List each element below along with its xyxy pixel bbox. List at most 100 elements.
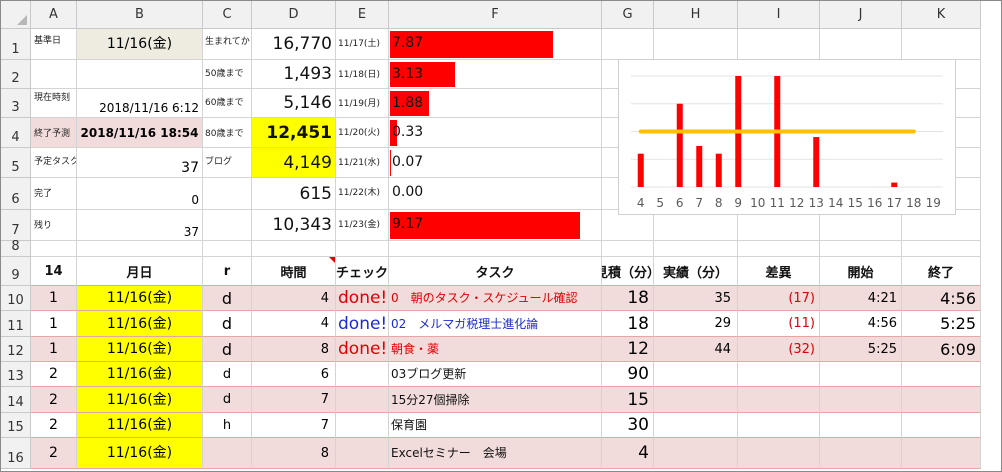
table-header-cell[interactable]: 実績（分） (654, 257, 738, 286)
cell-empty[interactable] (820, 241, 902, 257)
row-end[interactable] (902, 362, 981, 387)
cell-empty[interactable] (738, 29, 820, 60)
label-planned-tasks[interactable]: 予定タスク (31, 148, 77, 178)
row-group-number[interactable]: 2 (31, 413, 77, 438)
row-date[interactable]: 11/16(金) (77, 362, 203, 387)
planned-tasks-value[interactable]: 37 (77, 148, 203, 178)
row-date[interactable]: 11/16(金) (77, 337, 203, 362)
row-header[interactable]: 2 (1, 60, 31, 89)
row-check[interactable]: done! (336, 311, 389, 337)
blog-value[interactable]: 4,149 (252, 148, 336, 178)
until-60-value[interactable]: 5,146 (252, 89, 336, 118)
row-check[interactable] (336, 438, 389, 469)
row-task[interactable]: Excelセミナー 会場 (389, 438, 602, 469)
row-actual[interactable]: 29 (654, 311, 738, 337)
row-check[interactable]: done! (336, 337, 389, 362)
row-check[interactable]: done! (336, 286, 389, 311)
daily-date[interactable]: 11/21(水) (336, 148, 389, 178)
row-diff[interactable] (738, 387, 820, 413)
row-estimate[interactable]: 15 (602, 387, 654, 413)
table-header-cell[interactable]: r (203, 257, 252, 286)
column-header[interactable]: B (77, 1, 203, 29)
table-header-cell[interactable]: 差異 (738, 257, 820, 286)
chart-bar-4[interactable] (637, 153, 644, 187)
row-estimate[interactable]: 30 (602, 413, 654, 438)
row-header[interactable]: 12 (1, 337, 31, 362)
row-header[interactable]: 14 (1, 387, 31, 413)
column-header[interactable]: E (336, 1, 389, 29)
row-date[interactable]: 11/16(金) (77, 311, 203, 337)
daily-date[interactable]: 11/17(土) (336, 29, 389, 60)
row-group-number[interactable]: 1 (31, 311, 77, 337)
label-end-prediction[interactable]: 終了予測 (31, 118, 77, 148)
label-until-60[interactable]: 60歳まで (203, 89, 252, 118)
column-header[interactable]: J (820, 1, 902, 29)
row-date[interactable]: 11/16(金) (77, 387, 203, 413)
row-check[interactable] (336, 413, 389, 438)
row-time[interactable]: 7 (252, 413, 336, 438)
cell-empty[interactable] (820, 29, 902, 60)
base-date-cell[interactable]: 11/16(金) (77, 29, 203, 60)
chart-bar-7[interactable] (696, 145, 703, 187)
row-estimate[interactable]: 18 (602, 311, 654, 337)
row-time[interactable]: 8 (252, 438, 336, 469)
row-header[interactable]: 11 (1, 311, 31, 337)
row-task[interactable]: 朝食・薬 (389, 337, 602, 362)
cell-empty[interactable] (203, 241, 252, 257)
row-actual[interactable] (654, 438, 738, 469)
cell-empty[interactable] (203, 210, 252, 241)
row-estimate[interactable]: 12 (602, 337, 654, 362)
row-end[interactable] (902, 438, 981, 469)
cell-empty[interactable] (77, 241, 203, 257)
end-prediction-value[interactable]: 2018/11/16 18:54 (77, 118, 203, 148)
row-diff[interactable] (738, 413, 820, 438)
row-diff[interactable] (738, 438, 820, 469)
table-header-cell[interactable]: 開始 (820, 257, 902, 286)
column-header[interactable]: F (389, 1, 602, 29)
row-actual[interactable] (654, 387, 738, 413)
row-group-number[interactable]: 2 (31, 387, 77, 413)
column-header[interactable]: K (902, 1, 981, 29)
row-header[interactable]: 16 (1, 438, 31, 469)
row-estimate[interactable]: 4 (602, 438, 654, 469)
remaining-value[interactable]: 37 (77, 210, 203, 241)
row-start[interactable] (820, 362, 902, 387)
row-diff[interactable]: (11) (738, 311, 820, 337)
cell-empty[interactable] (31, 241, 77, 257)
chart-bar-17[interactable] (891, 182, 898, 187)
row-r[interactable]: h (203, 413, 252, 438)
cell-empty[interactable] (252, 241, 336, 257)
row-time[interactable]: 8 (252, 337, 336, 362)
row-task[interactable]: 03ブログ更新 (389, 362, 602, 387)
d6-value[interactable]: 615 (252, 178, 336, 210)
row-r[interactable] (203, 438, 252, 469)
table-header-cell[interactable]: 時間 (252, 257, 336, 286)
daily-date[interactable]: 11/19(月) (336, 89, 389, 118)
bar-chart[interactable]: 4 5 6 7 8 9 10 11 12 13 14 15 16 17 18 19 (618, 59, 956, 215)
row-end[interactable]: 5:25 (902, 311, 981, 337)
row-time[interactable]: 4 (252, 286, 336, 311)
row-diff[interactable] (738, 362, 820, 387)
daily-date[interactable]: 11/20(火) (336, 118, 389, 148)
d7-value[interactable]: 10,343 (252, 210, 336, 241)
cell-empty[interactable] (602, 241, 654, 257)
row-header[interactable]: 9 (1, 257, 31, 286)
row-time[interactable]: 4 (252, 311, 336, 337)
cell-empty[interactable] (902, 29, 981, 60)
label-done[interactable]: 完了 (31, 178, 77, 210)
row-start[interactable]: 5:25 (820, 337, 902, 362)
daily-date[interactable]: 11/18(日) (336, 60, 389, 89)
chart-bar-8[interactable] (715, 153, 722, 187)
row-header[interactable]: 7 (1, 210, 31, 241)
row-task[interactable]: 15分27個掃除 (389, 387, 602, 413)
row-time[interactable]: 7 (252, 387, 336, 413)
row-header[interactable]: 5 (1, 148, 31, 178)
select-all-corner[interactable] (1, 1, 31, 29)
cell-empty[interactable] (654, 241, 738, 257)
row-group-number[interactable]: 1 (31, 286, 77, 311)
column-header[interactable]: A (31, 1, 77, 29)
label-since-birth[interactable]: 生まれてから (203, 29, 252, 60)
column-header[interactable]: G (602, 1, 654, 29)
label-now[interactable]: 現在時刻 (31, 89, 77, 118)
row-r[interactable]: d (203, 337, 252, 362)
